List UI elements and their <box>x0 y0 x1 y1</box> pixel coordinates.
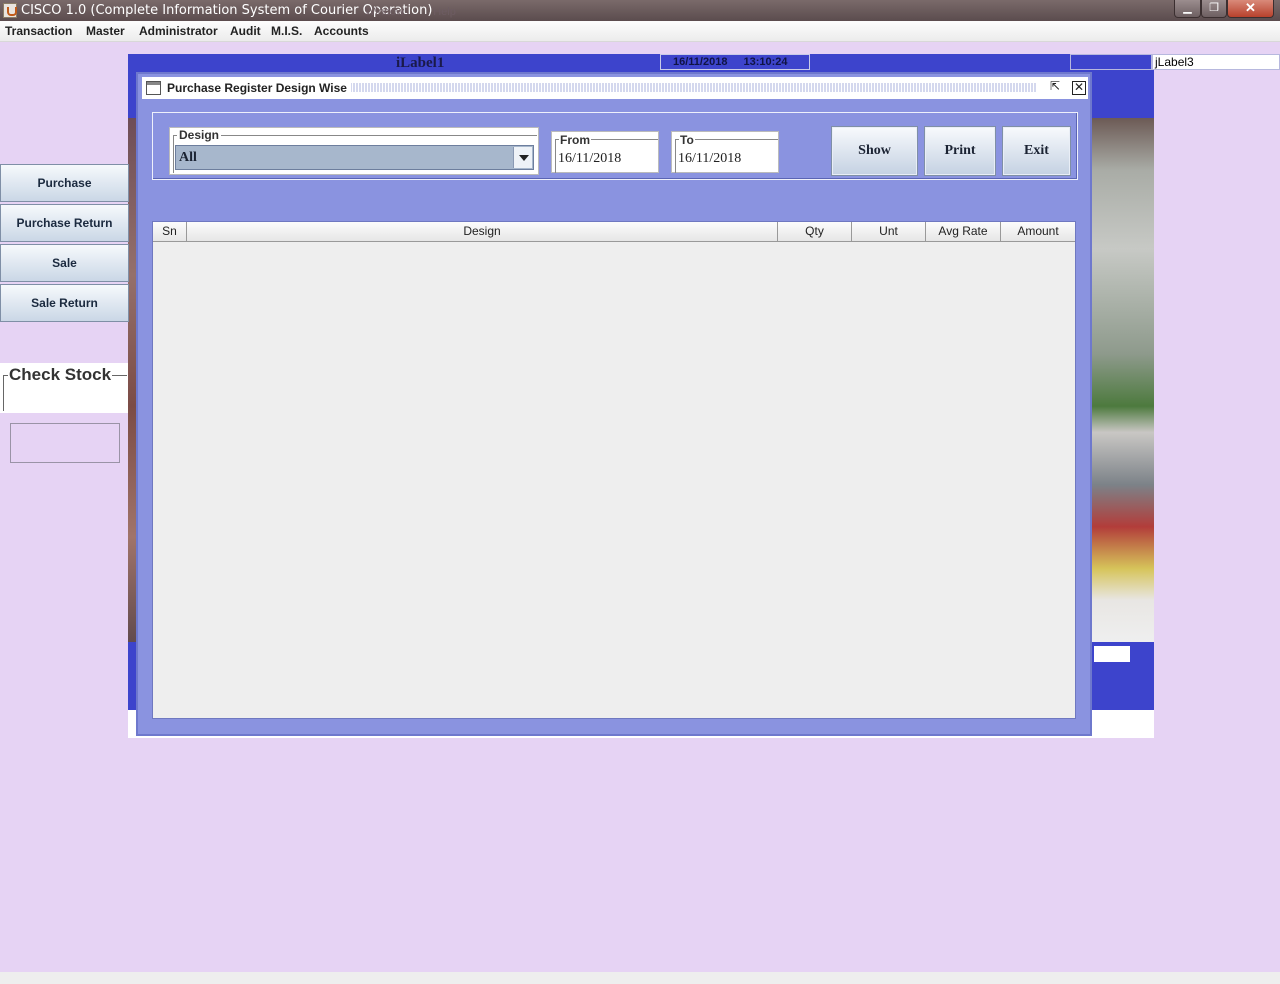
maximize-button[interactable]: ❐ <box>1201 0 1227 18</box>
filter-panel: Design All From 16/11/2018 To 16/11/2018… <box>152 112 1078 180</box>
purchase-register-dialog: Purchase Register Design Wise ⇱ ✕ Design… <box>136 72 1092 736</box>
menu-bar: Transaction Master Administrator Audit M… <box>0 21 1280 42</box>
background-photo-left <box>128 118 136 642</box>
purchase-return-button[interactable]: Purchase Return <box>0 204 129 242</box>
sale-return-button[interactable]: Sale Return <box>0 284 129 322</box>
purchase-button[interactable]: Purchase <box>0 164 129 202</box>
restore-icon[interactable]: ⇱ <box>1048 80 1062 94</box>
table-header: Sn Design Qty Unt Avg Rate Amount <box>153 222 1075 242</box>
background-photo <box>1092 118 1154 642</box>
faded-menu-help: Help <box>433 6 456 18</box>
from-date-border <box>555 139 658 173</box>
from-date-group: From 16/11/2018 <box>551 131 659 173</box>
menu-mis[interactable]: M.I.S. <box>271 24 302 38</box>
to-date-group: To 16/11/2018 <box>671 131 779 173</box>
dialog-title: Purchase Register Design Wise <box>167 81 351 95</box>
minimize-button[interactable]: ▁ <box>1174 0 1201 18</box>
design-combobox[interactable]: All <box>175 145 534 170</box>
column-header-sn[interactable]: Sn <box>153 222 187 242</box>
design-selected-value: All <box>179 150 197 165</box>
ilabel1-label: iLabel1 <box>396 55 445 71</box>
bottom-strip <box>0 972 1280 984</box>
design-group-border <box>173 135 537 173</box>
menu-audit[interactable]: Audit <box>230 24 261 38</box>
window-titlebar: CISCO 1.0 (Complete Information System o… <box>0 0 1280 21</box>
jlabel3-box <box>1070 54 1152 70</box>
column-header-design[interactable]: Design <box>187 222 778 242</box>
column-header-unt[interactable]: Unt <box>852 222 926 242</box>
check-stock-panel: Check Stock <box>0 363 128 413</box>
faded-menu-window: Window <box>365 6 405 18</box>
jlabel3-label: jLabel3 <box>1152 54 1280 70</box>
to-label: To <box>679 133 695 147</box>
design-group: Design All <box>169 127 539 175</box>
from-date-field[interactable]: 16/11/2018 <box>558 151 621 167</box>
faded-menu: Window Help <box>365 6 482 18</box>
menu-master[interactable]: Master <box>86 24 125 38</box>
column-header-avg-rate[interactable]: Avg Rate <box>926 222 1001 242</box>
check-stock-title: Check Stock <box>8 365 113 385</box>
chevron-down-icon[interactable] <box>513 147 532 168</box>
menu-administrator[interactable]: Administrator <box>139 24 218 38</box>
to-date-border <box>675 139 778 173</box>
menu-transaction[interactable]: Transaction <box>5 24 72 38</box>
column-header-amount[interactable]: Amount <box>1001 222 1075 242</box>
frame-icon <box>146 81 161 95</box>
print-button[interactable]: Print <box>924 126 996 176</box>
sale-button[interactable]: Sale <box>0 244 129 282</box>
dialog-titlebar[interactable]: Purchase Register Design Wise ⇱ ✕ <box>142 77 1088 99</box>
exit-button[interactable]: Exit <box>1002 126 1071 176</box>
dialog-close-icon[interactable]: ✕ <box>1072 81 1086 95</box>
menu-accounts[interactable]: Accounts <box>314 24 369 38</box>
check-stock-input[interactable] <box>10 423 120 463</box>
to-date-field[interactable]: 16/11/2018 <box>678 151 741 167</box>
datetime-label: 16/11/2018 13:10:24 <box>660 54 810 70</box>
background-small-field <box>1094 646 1130 662</box>
design-label: Design <box>177 128 222 142</box>
show-button[interactable]: Show <box>831 126 918 176</box>
date-text: 16/11/2018 <box>673 56 728 68</box>
column-header-qty[interactable]: Qty <box>778 222 852 242</box>
results-table[interactable]: Sn Design Qty Unt Avg Rate Amount <box>152 221 1076 719</box>
time-text: 13:10:24 <box>743 56 788 68</box>
java-app-icon <box>3 3 17 18</box>
close-window-button[interactable]: ✕ <box>1227 0 1274 18</box>
from-label: From <box>559 133 591 147</box>
